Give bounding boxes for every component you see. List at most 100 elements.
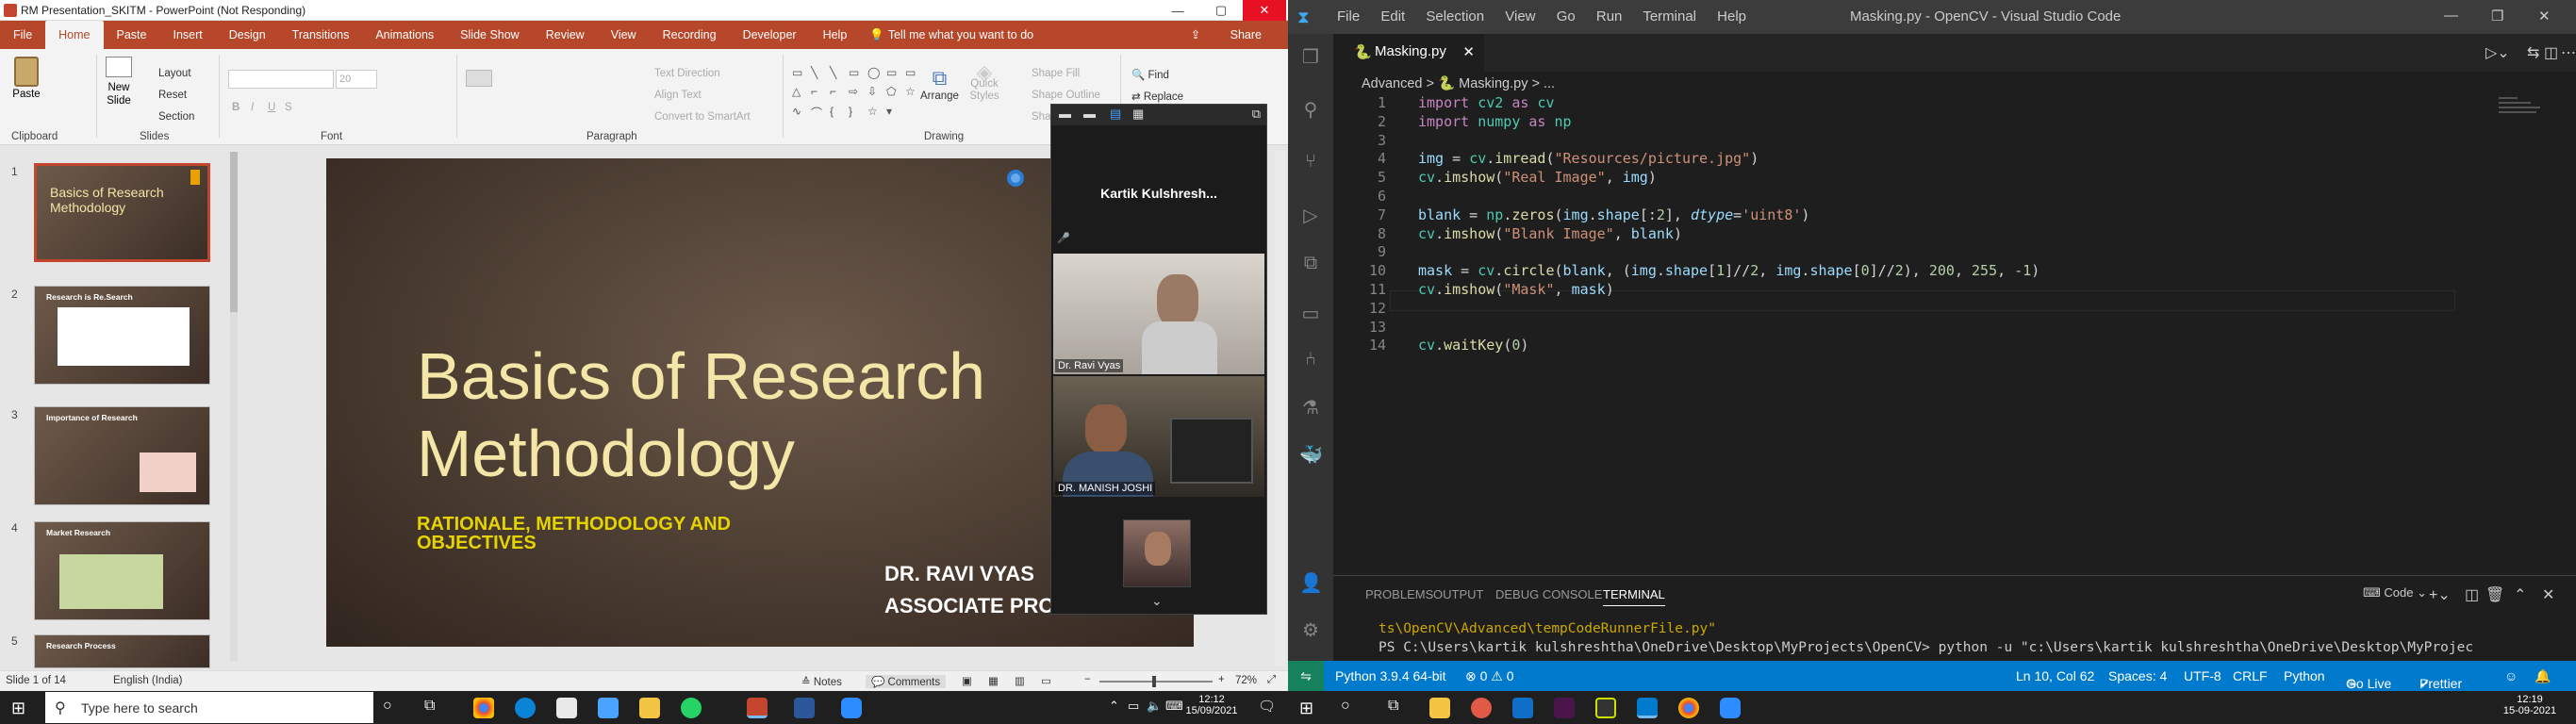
gallery-view-icon[interactable]: ▤	[1110, 107, 1121, 122]
zoom-icon[interactable]	[1720, 698, 1741, 718]
close-button[interactable]: ✕	[1243, 0, 1286, 21]
tab-transitions[interactable]: Transitions	[279, 21, 363, 49]
paste-button[interactable]: Paste	[9, 57, 43, 109]
edge-icon[interactable]	[515, 698, 536, 718]
grid-view-icon[interactable]: ▦	[1132, 107, 1144, 122]
font-size-select[interactable]: 20	[336, 70, 377, 89]
split-editor-icon[interactable]: ◫	[2544, 43, 2558, 62]
host-tile[interactable]: Kartik Kulshresh... 🎤	[1051, 125, 1266, 246]
slide-thumbnail[interactable]: Importance of Research	[34, 406, 210, 505]
kill-terminal-icon[interactable]: 🗑	[2485, 585, 2504, 604]
tab-help[interactable]: Help	[810, 21, 861, 49]
slide-thumbnail[interactable]: Basics of Research Methodology	[34, 163, 210, 262]
menu-terminal[interactable]: Terminal	[1643, 8, 1696, 25]
menu-help[interactable]: Help	[1717, 8, 1746, 25]
reset-button[interactable]: Reset	[158, 90, 187, 101]
code-editor[interactable]: 1 import cv2 as cv 2 import numpy as np 3 4 im…	[1333, 94, 2559, 584]
find-button[interactable]: 🔍 Find	[1131, 68, 1169, 81]
bell-icon[interactable]: 🔔	[2535, 668, 2551, 684]
task-view-icon[interactable]: ⧉	[424, 698, 435, 715]
scrollbar-thumb[interactable]	[230, 152, 238, 312]
slide-sorter-icon[interactable]: ▦	[988, 674, 999, 687]
cursor-position[interactable]: Ln 10, Col 62	[2016, 668, 2094, 683]
text-direction-button[interactable]: Text Direction	[654, 68, 720, 79]
tab-view[interactable]: View	[598, 21, 650, 49]
participant-video-tile[interactable]: DR. MANISH JOSHI	[1053, 376, 1264, 497]
zoom-slider-thumb[interactable]	[1152, 676, 1156, 687]
arrange-button[interactable]: ⧉ Arrange	[920, 66, 959, 102]
explorer-icon[interactable]: ❐	[1299, 45, 1322, 68]
new-slide-button[interactable]: New Slide	[102, 57, 136, 107]
participant-thumbnail[interactable]	[1123, 519, 1191, 587]
feedback-icon[interactable]: ☺	[2504, 668, 2518, 683]
panel-tab-terminal[interactable]: TERMINAL	[1603, 587, 1665, 606]
chrome-icon[interactable]	[473, 698, 494, 718]
language-indicator[interactable]: English (India)	[113, 675, 183, 686]
maximize-button[interactable]: ▢	[1199, 0, 1243, 21]
thumbnail-scrollbar[interactable]	[230, 152, 238, 661]
code-line[interactable]: cv.waitKey(0)	[1418, 337, 1528, 354]
testing-icon[interactable]: ⚗	[1299, 396, 1322, 419]
remote-indicator-icon[interactable]: ⇋	[1288, 661, 1324, 691]
section-button[interactable]: Section	[158, 111, 194, 123]
slide-vscrollbar[interactable]	[1275, 151, 1286, 666]
code-line[interactable]: import cv2 as cv	[1418, 94, 1555, 111]
word-icon[interactable]	[794, 698, 815, 718]
speaker-view-icon[interactable]: ▬	[1083, 107, 1096, 121]
convert-smartart-button[interactable]: Convert to SmartArt	[654, 111, 751, 123]
menu-file[interactable]: File	[1337, 8, 1360, 25]
shapes-gallery[interactable]: ▭ ╲ ╲ ▭ ◯ ▭ ▭ △ ⌐ ⌐ ⇨ ⇩ ⬠ ☆ ∿ ⌒ {} ☆ ▾	[792, 66, 916, 123]
zoom-level[interactable]: 72%	[1235, 675, 1257, 686]
zoom-in-button[interactable]: +	[1218, 674, 1225, 685]
close-tab-icon[interactable]: ✕	[1462, 43, 1475, 60]
git-graph-icon[interactable]: ⑃	[1299, 349, 1322, 371]
search-icon[interactable]: ⚲	[1299, 98, 1322, 121]
powerpoint-icon[interactable]	[747, 698, 768, 718]
fit-slide-icon[interactable]: ⤢	[1267, 674, 1276, 686]
tab-slideshow[interactable]: Slide Show	[447, 21, 533, 49]
breadcrumb-folder[interactable]: Advanced	[1362, 76, 1423, 91]
new-terminal-icon[interactable]: +⌄	[2429, 585, 2451, 604]
docker-icon[interactable]: 🐳	[1299, 443, 1323, 466]
tab-developer[interactable]: Developer	[730, 21, 810, 49]
remote-explorer-icon[interactable]: ▭	[1299, 302, 1322, 324]
split-terminal-icon[interactable]: ◫	[2465, 585, 2479, 604]
chrome-icon[interactable]	[1678, 698, 1699, 718]
code-line[interactable]: mask = cv.circle(blank, (img.shape[1]//2…	[1418, 262, 2039, 279]
tab-animations[interactable]: Animations	[362, 21, 447, 49]
underline-button[interactable]: U	[268, 102, 275, 113]
taskbar-clock[interactable]: 12:19 15-09-2021	[2497, 694, 2563, 716]
file-explorer-icon[interactable]	[639, 698, 660, 718]
terminal-shell-select[interactable]: ⌨ Code ⌄	[2363, 585, 2427, 601]
close-button[interactable]: ✕	[2538, 8, 2551, 25]
tab-file[interactable]: File	[0, 21, 45, 49]
panel-tab-output[interactable]: OUTPUT	[1433, 587, 1483, 601]
encoding[interactable]: UTF-8	[2184, 668, 2221, 683]
minimize-icon[interactable]: ▬	[1059, 107, 1071, 121]
minimize-button[interactable]: —	[1156, 0, 1199, 21]
bullets-button[interactable]	[466, 70, 492, 87]
slide-thumbnail[interactable]: Market Research	[34, 521, 210, 620]
replace-button[interactable]: ⇄ Replace	[1131, 90, 1183, 103]
code-line[interactable]: import numpy as np	[1418, 113, 1572, 130]
tab-insert[interactable]: Insert	[159, 21, 215, 49]
share-button[interactable]: ⇪ Share	[1164, 21, 1288, 49]
store-icon[interactable]	[556, 698, 577, 718]
font-name-select[interactable]	[228, 70, 334, 89]
notification-icon[interactable]: 🗨	[1258, 698, 1276, 715]
tab-recording[interactable]: Recording	[650, 21, 730, 49]
taskbar-search-box[interactable]: ⚲ Type here to search	[45, 692, 373, 723]
layout-button[interactable]: Layout	[158, 68, 191, 79]
strikethrough-button[interactable]: S	[285, 102, 292, 113]
menu-view[interactable]: View	[1505, 8, 1535, 25]
taskbar-clock[interactable]: 12:12 15/09/2021	[1177, 694, 1247, 716]
cortana-icon[interactable]: ○	[383, 698, 392, 715]
bold-button[interactable]: B	[232, 102, 239, 113]
reading-view-icon[interactable]: ▥	[1015, 674, 1025, 687]
expand-icon[interactable]: ⧉	[1252, 107, 1261, 122]
comments-button[interactable]: 💬 Comments	[866, 675, 947, 688]
windows-start-icon[interactable]: ⊞	[1299, 699, 1313, 718]
tab-paste[interactable]: Paste	[104, 21, 160, 49]
indentation[interactable]: Spaces: 4	[2108, 668, 2167, 683]
tell-me-search[interactable]: Tell me what you want to do	[888, 21, 1047, 49]
